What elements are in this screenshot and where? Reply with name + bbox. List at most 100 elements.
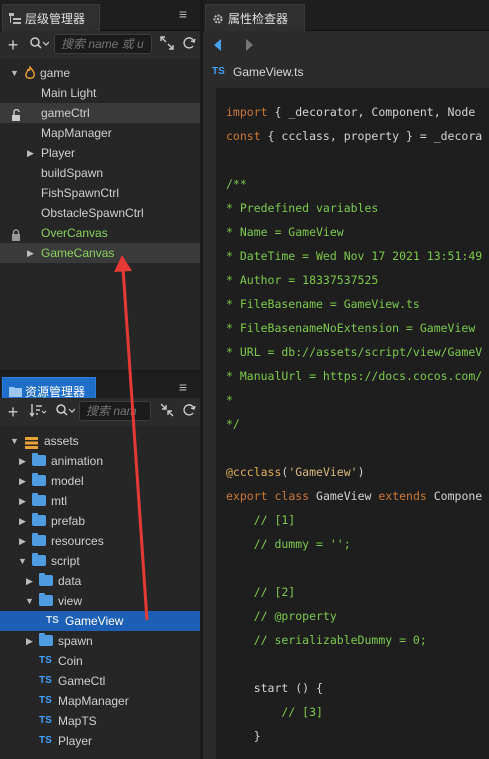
asset-label: MapTS	[58, 714, 97, 728]
asset-label: model	[51, 474, 84, 488]
asset-folder-view[interactable]: ▼ view	[0, 591, 200, 611]
tree-node-game[interactable]: ▼ game	[0, 63, 200, 83]
tree-node-label: GameCanvas	[41, 246, 115, 260]
asset-script-coin[interactable]: TS Coin	[0, 651, 200, 671]
collapsed-arrow-icon[interactable]: ▶	[19, 451, 29, 471]
code-line: * DateTime = Wed Nov 17 2021 13:51:49	[226, 249, 483, 263]
typescript-icon: TS	[39, 655, 52, 666]
forward-arrow-icon[interactable]	[245, 39, 253, 54]
asset-label: data	[58, 574, 82, 588]
expanded-arrow-icon[interactable]: ▼	[18, 551, 28, 571]
add-node-icon[interactable]: +	[6, 36, 20, 54]
hierarchy-toolbar: +	[0, 31, 200, 59]
asset-folder-model[interactable]: ▶ model	[0, 471, 200, 491]
asset-script-mapmanager[interactable]: TS MapManager	[0, 691, 200, 711]
expand-all-icon[interactable]	[159, 36, 175, 54]
tree-node-obstaclespawnctrl[interactable]: ObstacleSpawnCtrl	[0, 203, 200, 223]
assets-menu-icon[interactable]: ≡	[176, 380, 190, 394]
tree-node-player[interactable]: ▶ Player	[0, 143, 200, 163]
assets-search-input[interactable]	[79, 401, 151, 421]
folder-icon	[39, 573, 53, 586]
assets-search-field[interactable]	[80, 402, 150, 420]
asset-script-gamectl[interactable]: TS GameCtl	[0, 671, 200, 691]
refresh-icon[interactable]	[181, 36, 197, 54]
code-line: */	[226, 417, 240, 431]
asset-folder-resources[interactable]: ▶ resources	[0, 531, 200, 551]
asset-label: assets	[44, 434, 79, 448]
add-asset-icon[interactable]: +	[6, 403, 20, 421]
collapsed-arrow-icon[interactable]: ▶	[19, 531, 29, 551]
code-line: * Predefined variables	[226, 201, 379, 215]
code-line: @ccclass('GameView')	[226, 465, 365, 479]
asset-label: animation	[51, 454, 104, 468]
asset-script-player[interactable]: TS Player	[0, 731, 200, 751]
tree-node-gamectrl[interactable]: gameCtrl	[0, 103, 200, 123]
collapsed-arrow-icon[interactable]: ▶	[26, 631, 36, 651]
code-line: export class GameView extends Compone	[226, 489, 483, 503]
folder-icon	[32, 553, 46, 566]
search-filter-icon[interactable]	[54, 403, 76, 421]
expanded-arrow-icon[interactable]: ▼	[10, 63, 20, 83]
asset-folder-data[interactable]: ▶ data	[0, 571, 200, 591]
collapsed-arrow-icon[interactable]: ▶	[19, 491, 29, 511]
tree-node-fishspawnctrl[interactable]: FishSpawnCtrl	[0, 183, 200, 203]
collapsed-arrow-icon[interactable]: ▶	[27, 143, 37, 163]
back-arrow-icon[interactable]	[214, 39, 222, 54]
sort-icon[interactable]	[28, 403, 48, 421]
code-line: /**	[226, 177, 247, 191]
tree-node-label: FishSpawnCtrl	[41, 186, 120, 200]
code-viewer[interactable]: import { _decorator, Component, Node cons…	[216, 88, 489, 759]
tab-hierarchy[interactable]: 层级管理器	[2, 4, 100, 31]
file-header: TS GameView.ts	[203, 60, 489, 84]
hierarchy-search-input[interactable]	[54, 34, 152, 54]
asset-label: prefab	[51, 514, 86, 528]
asset-folder-animation[interactable]: ▶ animation	[0, 451, 200, 471]
asset-folder-prefab[interactable]: ▶ prefab	[0, 511, 200, 531]
tree-node-label: OverCanvas	[41, 226, 108, 240]
code-line: * FileBasename = GameView.ts	[226, 297, 420, 311]
asset-folder-spawn[interactable]: ▶ spawn	[0, 631, 200, 651]
folder-icon	[32, 533, 46, 546]
code-line: * Name = GameView	[226, 225, 344, 239]
asset-label: GameCtl	[58, 674, 106, 688]
expanded-arrow-icon[interactable]: ▼	[10, 431, 20, 451]
tab-inspector[interactable]: 属性检查器	[205, 4, 305, 31]
folder-icon	[39, 633, 53, 646]
collapse-all-icon[interactable]	[159, 403, 175, 421]
asset-folder-mtl[interactable]: ▶ mtl	[0, 491, 200, 511]
tab-hierarchy-label: 层级管理器	[25, 11, 86, 26]
typescript-icon: TS	[39, 695, 52, 706]
hierarchy-menu-icon[interactable]: ≡	[176, 7, 190, 21]
asset-label: GameView	[65, 614, 124, 628]
asset-label: resources	[51, 534, 104, 548]
collapsed-arrow-icon[interactable]: ▶	[19, 511, 29, 531]
tree-node-label: game	[40, 66, 71, 80]
inspector-nav	[203, 31, 489, 59]
expanded-arrow-icon[interactable]: ▼	[25, 591, 35, 611]
hierarchy-panel: 层级管理器 ≡ + ▼ game Main Light gameCtrl	[0, 0, 200, 370]
collapsed-arrow-icon[interactable]: ▶	[27, 243, 37, 263]
tree-node-label: Main Light	[41, 86, 97, 100]
tree-node-label: gameCtrl	[41, 106, 90, 120]
code-line: start () {	[226, 681, 323, 695]
tree-node-main-light[interactable]: Main Light	[0, 83, 200, 103]
tree-node-overcanvas[interactable]: OverCanvas	[0, 223, 200, 243]
tree-node-gamecanvas[interactable]: ▶ GameCanvas	[0, 243, 200, 263]
asset-label: Player	[58, 734, 93, 748]
refresh-icon[interactable]	[181, 403, 197, 421]
asset-db-assets[interactable]: ▼ assets	[0, 431, 200, 451]
assets-toolbar: +	[0, 398, 200, 426]
search-filter-icon[interactable]	[28, 36, 50, 54]
tree-node-mapmanager[interactable]: MapManager	[0, 123, 200, 143]
asset-script-gameview[interactable]: TS GameView	[0, 611, 200, 631]
collapsed-arrow-icon[interactable]: ▶	[26, 571, 36, 591]
hierarchy-icon	[9, 12, 21, 24]
code-line: *	[226, 393, 233, 407]
tree-node-buildspawn[interactable]: buildSpawn	[0, 163, 200, 183]
hierarchy-search-field[interactable]	[55, 35, 151, 53]
collapsed-arrow-icon[interactable]: ▶	[19, 471, 29, 491]
asset-script-mapts[interactable]: TS MapTS	[0, 711, 200, 731]
asset-folder-script[interactable]: ▼ script	[0, 551, 200, 571]
hierarchy-tabbar: 层级管理器 ≡	[0, 0, 200, 31]
code-line: * ManualUrl = https://docs.cocos.com/	[226, 369, 483, 383]
